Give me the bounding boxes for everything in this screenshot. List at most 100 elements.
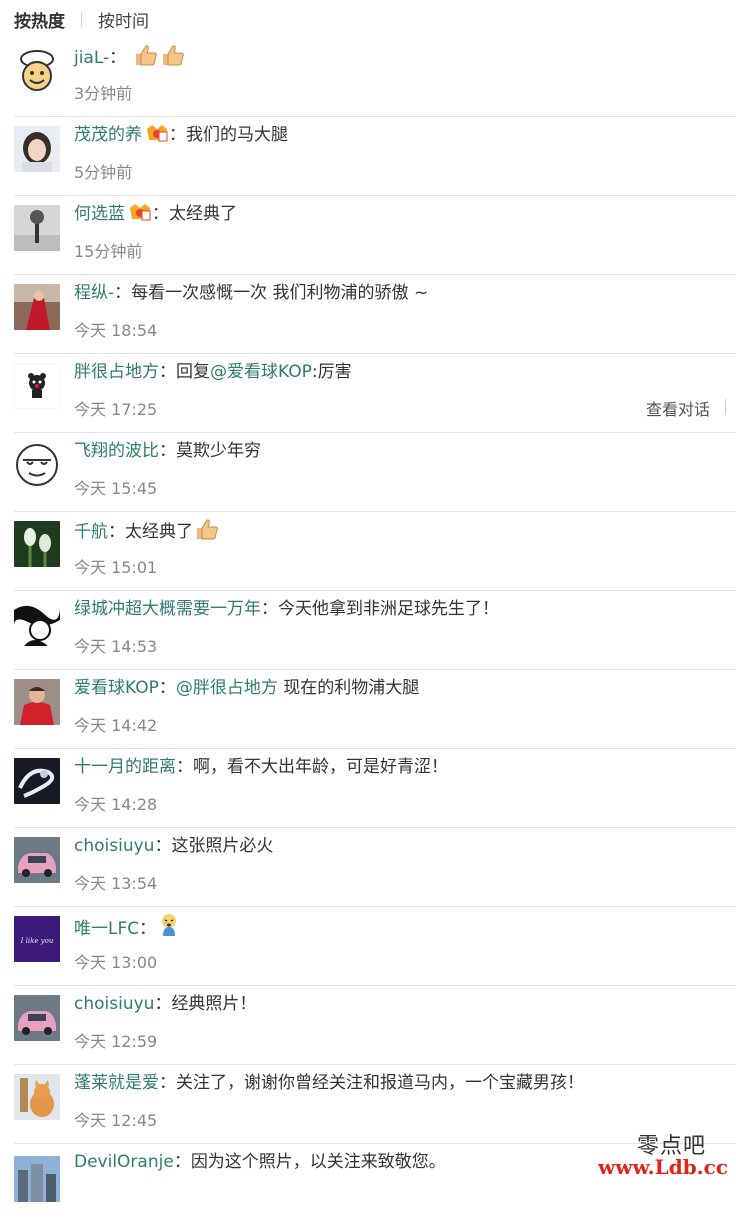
comment-text: 我们的马大腿 [186, 125, 288, 145]
user-avatar[interactable] [14, 284, 60, 330]
comment-item: 绿城冲超大概需要一万年：今天他拿到非洲足球先生了！ 今天 14:53 [14, 591, 736, 670]
comment-text: 今天他拿到非洲足球先生了！ [278, 599, 499, 619]
comment-line: 绿城冲超大概需要一万年：今天他拿到非洲足球先生了！ [74, 596, 499, 622]
reply-prefix: 回复 [176, 362, 210, 382]
comment-username[interactable]: choisiuyu [74, 836, 154, 856]
comment-line: 茂茂的养 ：我们的马大腿 [74, 122, 288, 148]
comment-username[interactable]: 何选蓝 [74, 204, 125, 224]
comment-separator: ： [159, 1073, 176, 1093]
comment-separator: ： [169, 125, 186, 145]
car-avatar-icon [14, 837, 60, 883]
user-avatar[interactable] [14, 363, 60, 409]
bear-avatar-icon [14, 363, 60, 409]
comment-username[interactable]: 飞翔的波比 [74, 441, 159, 461]
comment-text: 每看一次感慨一次 我们利物浦的骄傲 ~ [131, 283, 429, 303]
comment-line: 胖很占地方：回复@爱看球KOP:厉害 [74, 359, 352, 385]
sort-by-time-tab[interactable]: 按时间 [98, 7, 149, 32]
comment-username[interactable]: DevilOranje [74, 1152, 174, 1172]
user-avatar[interactable] [14, 47, 60, 93]
comment-item: 十一月的距离：啊，看不大出年龄，可是好青涩！ 今天 14:28 [14, 749, 736, 828]
comment-username[interactable]: 千航 [74, 522, 108, 542]
comment-username[interactable]: 唯一LFC [74, 919, 139, 939]
comment-separator: ： [109, 48, 127, 68]
text-avatar-icon: I like you [14, 916, 60, 962]
comment-list: jiaL-： 3分钟前 茂茂的养 ：我们的马大腿 5分钟前 何选蓝 ：太经典了 … [0, 38, 736, 1222]
comment-time: 今天 15:45 [74, 479, 158, 498]
user-avatar[interactable] [14, 1156, 60, 1202]
comment-line: choisiuyu：这张照片必火 [74, 833, 273, 859]
comment-time: 今天 15:01 [74, 558, 158, 577]
member-badge-icon [130, 204, 151, 221]
comment-username[interactable]: 茂茂的养 [74, 125, 142, 145]
comment-text: 啊，看不大出年龄，可是好青涩！ [193, 757, 448, 777]
city-avatar-icon [14, 1156, 60, 1202]
comment-item: jiaL-： 3分钟前 [14, 38, 736, 117]
member-badge-icon [147, 125, 168, 142]
thumbs-up-icon [162, 45, 184, 66]
crying-icon [162, 914, 177, 936]
comment-line: 飞翔的波比：莫欺少年穷 [74, 438, 261, 464]
mention-link[interactable]: @爱看球KOP [210, 362, 312, 382]
comment-text: 关注了，谢谢你曾经关注和报道马内，一个宝藏男孩！ [176, 1073, 584, 1093]
comment-separator: ： [139, 919, 157, 939]
comment-separator: ： [176, 757, 193, 777]
user-avatar[interactable] [14, 205, 60, 251]
user-avatar[interactable] [14, 758, 60, 804]
tulip-avatar-icon [14, 521, 60, 567]
view-conversation-link[interactable]: 查看对话 [646, 396, 710, 420]
comment-time: 今天 14:53 [74, 637, 158, 656]
comment-separator: ： [152, 204, 169, 224]
tree-avatar-icon [14, 205, 60, 251]
comment-username[interactable]: choisiuyu [74, 994, 154, 1014]
comment-username[interactable]: 程纵- [74, 283, 114, 303]
comment-item: choisiuyu：经典照片！ 今天 12:59 [14, 986, 736, 1065]
user-avatar[interactable] [14, 679, 60, 725]
comment-username[interactable]: 绿城冲超大概需要一万年 [74, 599, 261, 619]
comment-item: 千航：太经典了 今天 15:01 [14, 512, 736, 591]
girl-avatar-icon [14, 126, 60, 172]
comment-line: 程纵-：每看一次感慨一次 我们利物浦的骄傲 ~ [74, 280, 428, 306]
user-avatar[interactable] [14, 442, 60, 488]
cat-avatar-icon [14, 1074, 60, 1120]
comment-text: 太经典了 [125, 522, 193, 542]
comment-line: choisiuyu：经典照片！ [74, 991, 256, 1017]
user-avatar[interactable] [14, 600, 60, 646]
comment-line: DevilOranje：因为这个照片，以关注来致敬您。 [74, 1149, 446, 1175]
mention-link[interactable]: @胖很占地方 [176, 678, 278, 698]
car-avatar-icon [14, 995, 60, 1041]
player-avatar-icon [14, 679, 60, 725]
comment-username[interactable]: 胖很占地方 [74, 362, 159, 382]
comment-time: 今天 17:25 [74, 400, 158, 419]
comment-separator: ： [261, 599, 278, 619]
user-avatar[interactable] [14, 126, 60, 172]
comment-item: 飞翔的波比：莫欺少年穷 今天 15:45 [14, 433, 736, 512]
comment-time: 今天 12:59 [74, 1032, 158, 1051]
user-avatar[interactable] [14, 521, 60, 567]
chef-avatar-icon [14, 47, 60, 93]
thumbs-up-icon [135, 45, 157, 66]
comment-username[interactable]: 爱看球KOP [74, 678, 159, 698]
sort-by-hot-tab[interactable]: 按热度 [14, 7, 65, 32]
swirl-avatar-icon [14, 758, 60, 804]
user-avatar[interactable]: I like you [14, 916, 60, 962]
user-avatar[interactable] [14, 995, 60, 1041]
comment-username[interactable]: 蓬莱就是爱 [74, 1073, 159, 1093]
comment-time: 今天 13:00 [74, 953, 158, 972]
comment-separator: ： [108, 522, 125, 542]
comment-item: choisiuyu：这张照片必火 今天 13:54 [14, 828, 736, 907]
comment-username[interactable]: 十一月的距离 [74, 757, 176, 777]
comment-item: I like you 唯一LFC： 今天 13:00 [14, 907, 736, 986]
comment-username[interactable]: jiaL- [74, 48, 109, 68]
comment-time: 今天 12:45 [74, 1111, 158, 1130]
art-avatar-icon [14, 600, 60, 646]
user-avatar[interactable] [14, 837, 60, 883]
comment-text: :厉害 [311, 362, 352, 382]
comment-text: 现在的利物浦大腿 [277, 678, 420, 698]
user-avatar[interactable] [14, 1074, 60, 1120]
comment-line: 蓬莱就是爱：关注了，谢谢你曾经关注和报道马内，一个宝藏男孩！ [74, 1070, 584, 1096]
sort-divider [81, 12, 82, 27]
action-divider [725, 399, 726, 415]
comment-time: 今天 18:54 [74, 321, 158, 340]
comment-time: 今天 13:54 [74, 874, 158, 893]
comment-item: 蓬莱就是爱：关注了，谢谢你曾经关注和报道马内，一个宝藏男孩！ 今天 12:45 [14, 1065, 736, 1144]
